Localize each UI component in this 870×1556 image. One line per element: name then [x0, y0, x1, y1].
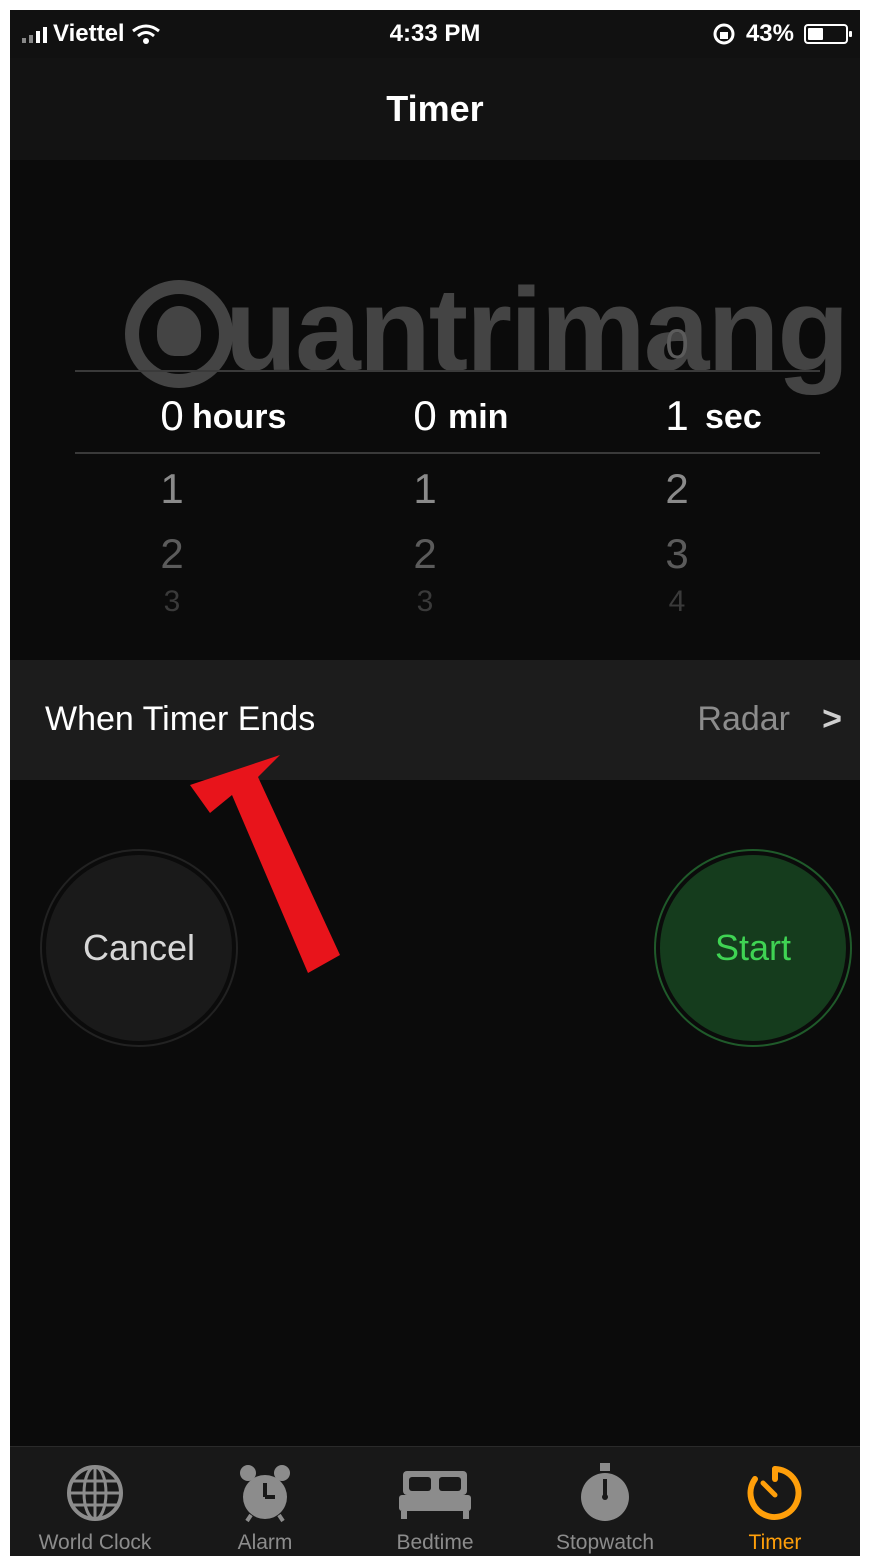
minutes-option[interactable]: 1 [395, 465, 455, 513]
navigation-bar: Timer [10, 58, 860, 160]
battery-icon [804, 24, 852, 44]
minutes-option[interactable]: 2 [395, 530, 455, 578]
tab-label: Alarm [237, 1531, 293, 1554]
tab-stopwatch[interactable]: Stopwatch [520, 1447, 690, 1556]
seconds-option[interactable]: 3 [647, 530, 707, 578]
minutes-unit: min [448, 398, 509, 436]
page-title: Timer [386, 88, 484, 129]
tab-label: Bedtime [396, 1531, 474, 1554]
seconds-above[interactable]: 0 [647, 320, 707, 368]
watermark-text: uantrimang [225, 264, 849, 396]
battery-fill [808, 28, 823, 40]
status-bar: Viettel 4:33 PM 43% [10, 10, 860, 58]
globe-icon [67, 1465, 123, 1521]
tab-bedtime[interactable]: Bedtime [350, 1447, 520, 1556]
timer-icon [747, 1466, 802, 1520]
picker-divider-top [75, 370, 820, 372]
seconds-option[interactable]: 4 [647, 585, 707, 619]
status-right: 43% [712, 20, 852, 48]
bed-icon [399, 1471, 471, 1519]
timer-screen: Viettel 4:33 PM 43% Timer uantrimang 0 h… [10, 10, 860, 1556]
when-timer-ends-row[interactable]: When Timer Ends Radar > [10, 660, 860, 780]
tab-label: Timer [748, 1531, 802, 1554]
hours-option[interactable]: 2 [142, 530, 202, 578]
duration-picker[interactable]: uantrimang 0 hours 1 2 3 0 min 1 2 3 0 1… [10, 160, 860, 660]
hours-option[interactable]: 1 [142, 465, 202, 513]
alarm-clock-icon [240, 1465, 290, 1523]
tab-label: Stopwatch [555, 1531, 655, 1554]
chevron-right-icon: > [822, 700, 842, 738]
tab-label: World Clock [38, 1531, 152, 1554]
seconds-option[interactable]: 2 [647, 465, 707, 513]
tab-timer[interactable]: Timer [690, 1447, 860, 1556]
start-button[interactable]: Start [660, 855, 846, 1041]
minutes-option[interactable]: 3 [395, 585, 455, 619]
sound-value: Radar [697, 700, 790, 738]
cancel-button[interactable]: Cancel [46, 855, 232, 1041]
when-timer-ends-label: When Timer Ends [45, 700, 316, 738]
stopwatch-icon [581, 1463, 629, 1521]
hours-unit: hours [192, 398, 287, 436]
minutes-selected[interactable]: 0 [395, 392, 455, 440]
picker-divider-bottom [75, 452, 820, 454]
orientation-lock-icon [713, 23, 735, 45]
battery-percent: 43% [745, 20, 794, 47]
tab-alarm[interactable]: Alarm [180, 1447, 350, 1556]
seconds-selected[interactable]: 1 [647, 392, 707, 440]
tab-world-clock[interactable]: World Clock [10, 1447, 180, 1556]
seconds-unit: sec [705, 398, 762, 436]
hours-option[interactable]: 3 [142, 585, 202, 619]
tab-bar: World Clock Alarm Bedtime Stopwatch Time… [10, 1446, 860, 1556]
